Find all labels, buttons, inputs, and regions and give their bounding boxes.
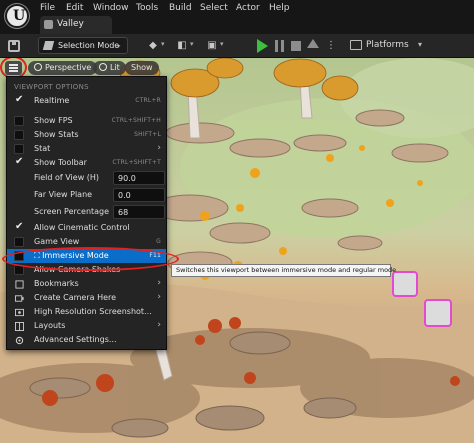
checkmark-icon: ✔ [15, 94, 24, 105]
platforms-icon [350, 40, 362, 50]
chevron-down-icon: ⌄ [115, 40, 122, 49]
viewport-toolbar: Perspective Lit Show [0, 58, 474, 79]
play-icon[interactable] [257, 39, 268, 53]
show-button[interactable]: Show [125, 61, 159, 75]
menu-item-allow-cinematic-control[interactable]: ✔ Allow Cinematic Control [7, 221, 166, 235]
menu-item-show-stats[interactable]: Show Stats SHIFT+L [7, 128, 166, 142]
show-label: Show [131, 63, 153, 72]
platforms-label: Platforms [366, 40, 409, 50]
pause-icon[interactable] [275, 40, 284, 52]
perspective-label: Perspective [45, 63, 92, 72]
settings-icon [15, 336, 24, 345]
menu-file[interactable]: File [40, 3, 55, 13]
checkmark-icon: ✔ [15, 221, 24, 232]
chevron-right-icon: › [157, 278, 161, 288]
more-options-icon[interactable]: ⋮ [325, 39, 337, 52]
menu-window[interactable]: Window [93, 3, 129, 13]
chevron-down-icon[interactable]: ▾ [190, 40, 194, 48]
unreal-logo-icon[interactable]: U [5, 4, 29, 28]
menu-item-realtime[interactable]: ✔ Realtime CTRL+R [7, 94, 166, 108]
bookmark-icon [15, 280, 24, 289]
screen-percentage-input[interactable]: 68 [113, 205, 165, 219]
checkmark-icon: ✔ [15, 156, 24, 167]
add-actor-icon[interactable]: ◆ [147, 39, 159, 52]
checkbox[interactable] [14, 144, 24, 154]
menu-tools[interactable]: Tools [136, 3, 158, 13]
menu-item-show-fps[interactable]: Show FPS CTRL+SHIFT+H [7, 114, 166, 128]
save-icon[interactable] [8, 40, 20, 52]
perspective-button[interactable]: Perspective [28, 61, 98, 75]
chevron-down-icon: ▾ [418, 40, 423, 49]
menu-bar: U File Edit Window Tools Build Select Ac… [0, 0, 474, 34]
chevron-right-icon: › [157, 292, 161, 302]
camera-icon [15, 295, 24, 302]
menu-select[interactable]: Select [200, 3, 228, 13]
checkbox[interactable] [14, 130, 24, 140]
project-tab[interactable]: Valley [40, 16, 112, 34]
menu-item-show-toolbar[interactable]: ✔ Show Toolbar CTRL+SHIFT+T [7, 156, 166, 170]
menu-item-layouts[interactable]: Layouts › [7, 319, 166, 333]
stop-icon[interactable] [291, 41, 301, 51]
perspective-cube-icon [34, 63, 42, 71]
chevron-right-icon: › [157, 320, 161, 330]
menu-section-header: VIEWPORT OPTIONS [14, 83, 89, 91]
lit-sphere-icon [99, 63, 107, 71]
chevron-right-icon: › [157, 143, 161, 153]
screenshot-icon [15, 308, 24, 317]
menu-item-high-resolution-screenshot[interactable]: High Resolution Screenshot... [7, 305, 166, 319]
chevron-down-icon[interactable]: ▾ [161, 40, 165, 48]
select-mode-icon [42, 41, 55, 50]
level-icon [44, 20, 53, 29]
selection-mode-button[interactable]: Selection Mode ⌄ [38, 37, 128, 54]
project-tab-label: Valley [57, 19, 84, 29]
menu-item-screen-percentage: Screen Percentage 68 [7, 205, 166, 219]
menu-item-stat[interactable]: Stat › [7, 142, 166, 156]
far-view-plane-input[interactable]: 0.0 [113, 188, 165, 202]
menu-item-field-of-view: Field of View (H) 90.0 [7, 171, 166, 185]
immersive-mode-tooltip: Switches this viewport between immersive… [171, 264, 396, 277]
viewport-options-menu: VIEWPORT OPTIONS ✔ Realtime CTRL+R Show … [6, 76, 167, 350]
layouts-icon [15, 322, 24, 331]
main-toolbar: Selection Mode ⌄ ◆ ▾ ◧ ▾ ▣ ▾ ⋮ Platforms… [0, 34, 474, 58]
selection-mode-label: Selection Mode [58, 41, 120, 50]
cinematics-icon[interactable]: ▣ [206, 39, 218, 52]
blueprint-icon[interactable]: ◧ [176, 39, 188, 52]
checkbox[interactable] [14, 237, 24, 247]
menu-item-bookmarks[interactable]: Bookmarks › [7, 277, 166, 291]
menu-actor[interactable]: Actor [236, 3, 260, 13]
chevron-down-icon[interactable]: ▾ [220, 40, 224, 48]
menu-help[interactable]: Help [269, 3, 290, 13]
menu-edit[interactable]: Edit [66, 3, 83, 13]
field-of-view-input[interactable]: 90.0 [113, 171, 165, 185]
lit-label: Lit [110, 63, 120, 72]
eject-icon[interactable] [307, 39, 319, 48]
menu-build[interactable]: Build [169, 3, 192, 13]
lit-button[interactable]: Lit [93, 61, 126, 75]
menu-item-create-camera-here[interactable]: Create Camera Here › [7, 291, 166, 305]
checkbox[interactable] [14, 116, 24, 126]
menu-item-advanced-settings[interactable]: Advanced Settings... [7, 333, 166, 347]
platforms-button[interactable]: Platforms ▾ [350, 39, 440, 54]
highlight-circle-immersive [2, 247, 179, 271]
menu-item-far-view-plane: Far View Plane 0.0 [7, 188, 166, 202]
